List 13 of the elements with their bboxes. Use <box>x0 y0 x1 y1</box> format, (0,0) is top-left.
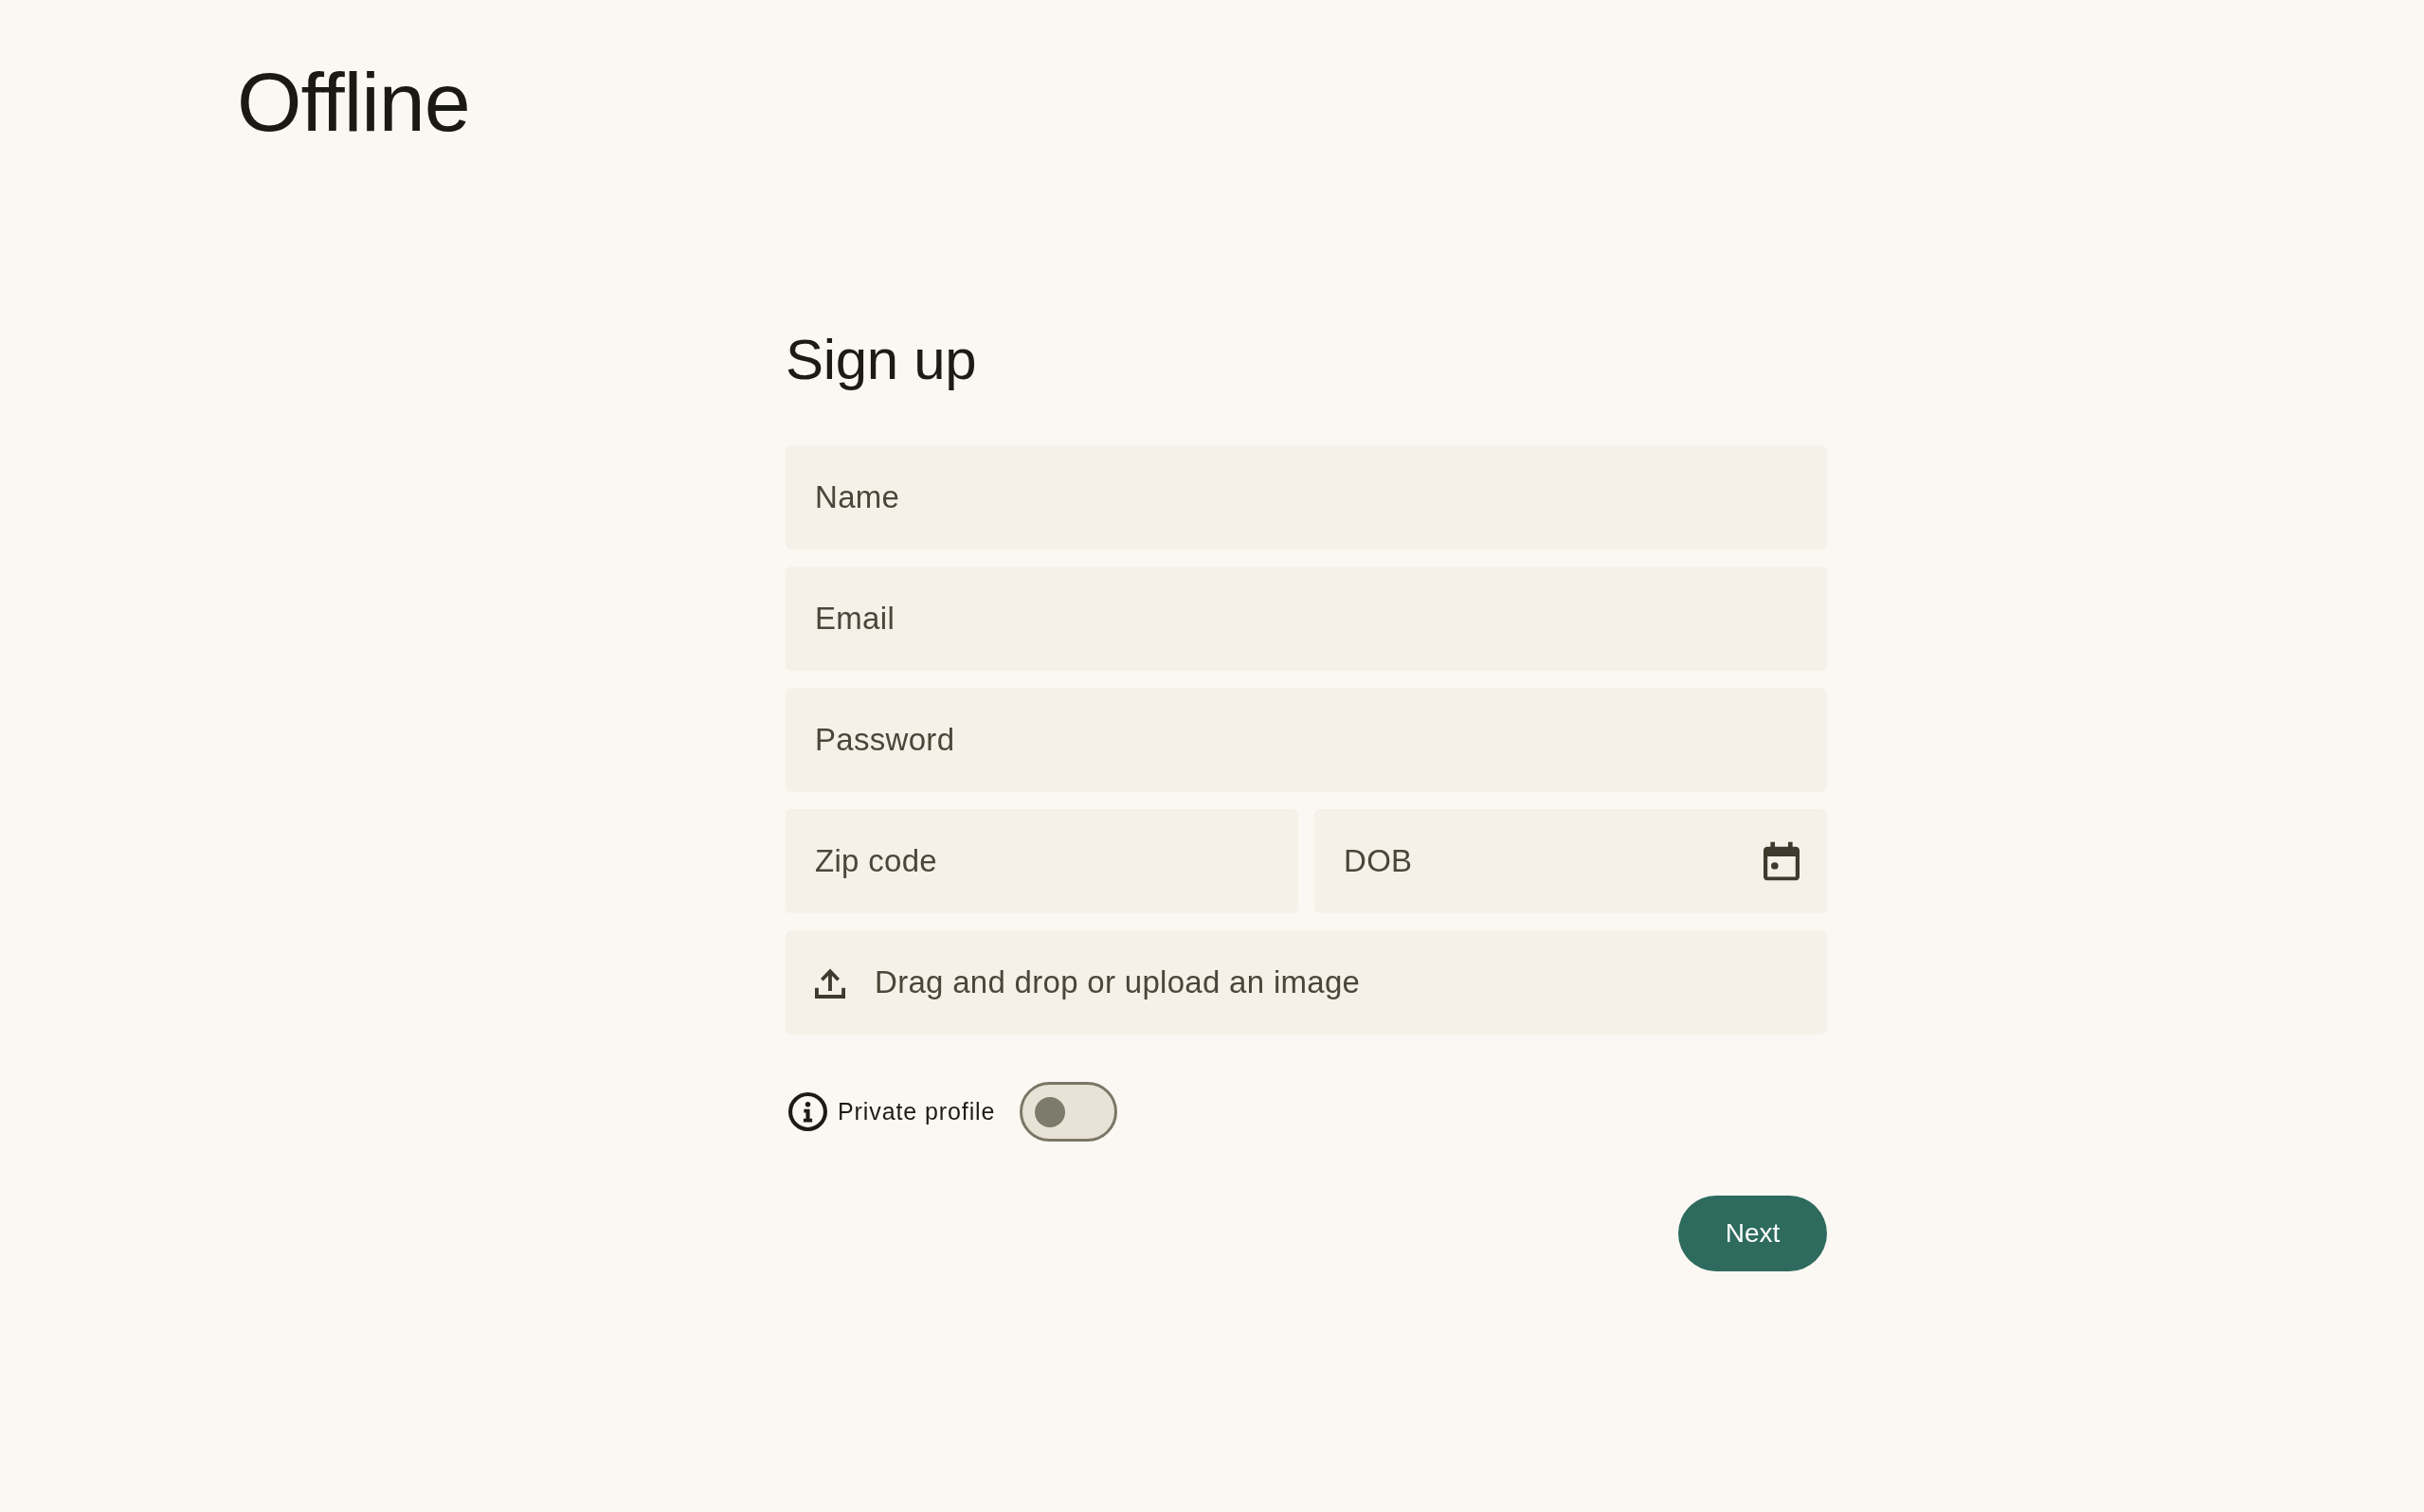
private-profile-label: Private profile <box>838 1096 996 1126</box>
page-title: Sign up <box>786 327 977 393</box>
logo: Offline <box>237 61 470 144</box>
input-field[interactable]: Password <box>786 688 1827 792</box>
next-button[interactable]: Next <box>1678 1196 1827 1271</box>
calendar-icon[interactable] <box>1764 841 1800 881</box>
upload-dropzone[interactable]: Drag and drop or upload an image <box>786 930 1827 1035</box>
input-field[interactable]: Zip code <box>786 809 1298 913</box>
info-icon[interactable] <box>788 1092 827 1131</box>
input-field[interactable]: Email <box>786 567 1827 671</box>
date-field[interactable]: DOB <box>1314 809 1827 913</box>
input-field[interactable]: Name <box>786 445 1827 549</box>
upload-icon <box>815 966 845 999</box>
